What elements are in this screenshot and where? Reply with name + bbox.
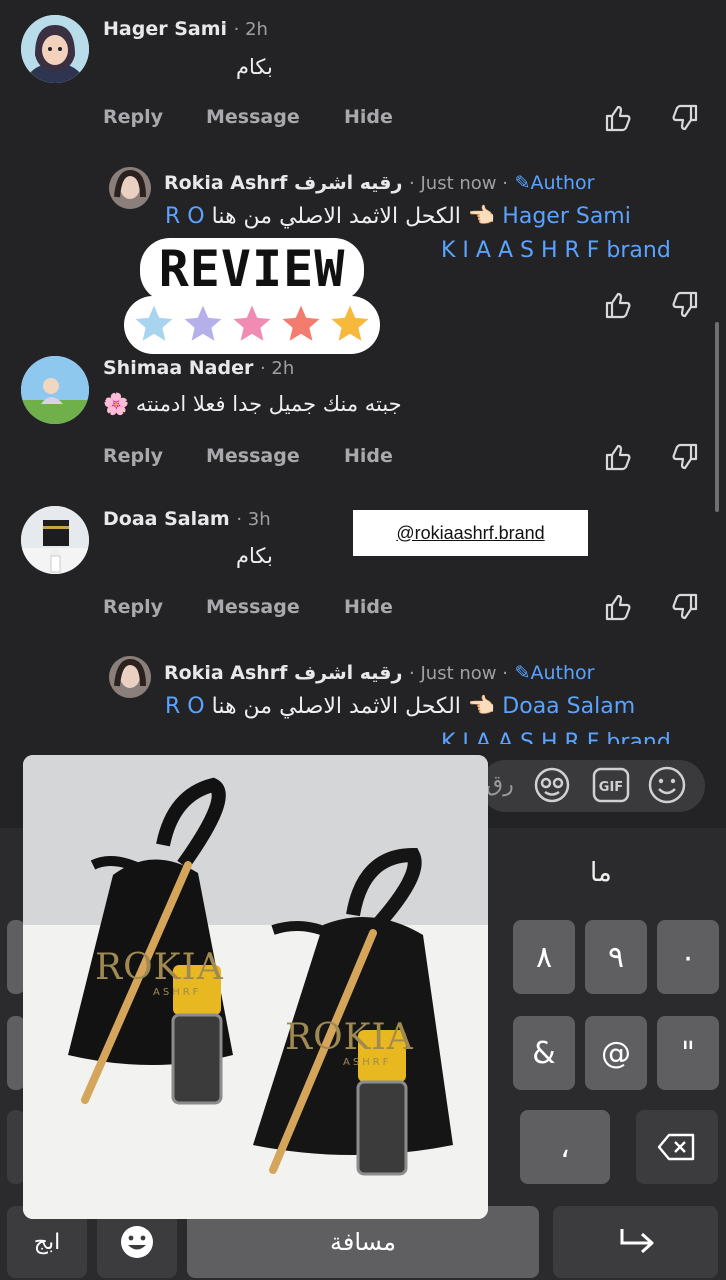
avatar[interactable]	[21, 15, 89, 83]
hide-button[interactable]: Hide	[344, 106, 393, 128]
reply-message: الكحل الاثمد الاصلي من هنا 👈🏻	[211, 204, 496, 229]
author-badge: ✎Author	[514, 662, 595, 684]
dislike-icon[interactable]	[670, 592, 700, 622]
brand-link[interactable]: R O	[165, 204, 205, 229]
avatar[interactable]	[109, 167, 151, 209]
comment-text: بكام	[236, 55, 273, 79]
reply-time: · Just now ·	[409, 173, 508, 194]
reply-message: الكحل الاثمد الاصلي من هنا 👈🏻	[211, 694, 496, 719]
bag-brand-sub: ASHRF	[153, 987, 202, 998]
reply-time: · Just now ·	[409, 663, 508, 684]
key[interactable]: ٠	[657, 920, 719, 994]
comment-author[interactable]: Doaa Salam · 3h	[103, 508, 271, 530]
message-button[interactable]: Message	[206, 106, 300, 128]
key[interactable]: "	[657, 1016, 719, 1090]
key[interactable]: ،	[520, 1110, 610, 1184]
message-button[interactable]: Message	[206, 445, 300, 467]
comment-author[interactable]: Hager Sami · 2h	[103, 18, 268, 40]
bag-brand: ROKIA	[95, 947, 224, 988]
product-photo: ROKIA ASHRF ROKIA ASHRF	[23, 755, 488, 1219]
comment-text: جبته منك جميل جدا فعلا ادمنته 🌸	[103, 392, 402, 416]
svg-text:GIF: GIF	[599, 780, 623, 795]
reply-button[interactable]: Reply	[103, 445, 163, 467]
gif-icon[interactable]: GIF	[590, 765, 632, 805]
author-badge: ✎Author	[514, 172, 595, 194]
avatar[interactable]	[21, 356, 89, 424]
review-label: REVIEW	[158, 240, 346, 298]
mention-link[interactable]: Doaa Salam	[502, 694, 635, 719]
emoji-icon[interactable]	[646, 764, 688, 806]
reply-text-line1: R O الكحل الاثمد الاصلي من هنا 👈🏻 Hager …	[165, 204, 631, 229]
hide-button[interactable]: Hide	[344, 596, 393, 618]
reply-author[interactable]: Rokia Ashrf رقيه اشرف · Just now · ✎Auth…	[164, 172, 594, 194]
dislike-icon[interactable]	[670, 442, 700, 472]
comment-author[interactable]: Shimaa Nader · 2h	[103, 357, 294, 379]
handle-tag: @rokiaashrf.brand	[353, 510, 588, 556]
comment-time: · 2h	[259, 358, 295, 379]
reply-author[interactable]: Rokia Ashrf رقيه اشرف · Just now · ✎Auth…	[164, 662, 594, 684]
dislike-icon[interactable]	[670, 103, 700, 133]
brand-link[interactable]: K I A A S H R F brand	[441, 238, 671, 263]
like-icon[interactable]	[603, 290, 633, 320]
mention-link[interactable]: Hager Sami	[502, 204, 631, 229]
reply-button[interactable]: Reply	[103, 596, 163, 618]
brand-link[interactable]: R O	[165, 694, 205, 719]
comment-text: بكام	[236, 544, 273, 568]
avatar[interactable]	[21, 506, 89, 574]
comment-input-placeholder: رق	[486, 772, 514, 797]
key[interactable]: ٩	[585, 920, 647, 994]
brand-link[interactable]: K I A A S H R F brand	[441, 730, 671, 744]
avatar-sticker-icon[interactable]	[532, 765, 572, 805]
comment-time: · 3h	[236, 509, 271, 530]
keyboard-suggestion[interactable]: ما	[590, 858, 612, 888]
backspace-icon	[657, 1133, 695, 1161]
return-icon	[620, 1229, 653, 1254]
key[interactable]: ٨	[513, 920, 575, 994]
like-icon[interactable]	[603, 442, 633, 472]
dislike-icon[interactable]	[670, 290, 700, 320]
return-key[interactable]	[553, 1206, 718, 1278]
message-button[interactable]: Message	[206, 596, 300, 618]
bag-brand-sub: ASHRF	[343, 1057, 392, 1068]
scrollbar[interactable]	[715, 322, 719, 512]
reply-text-line1: R O الكحل الاثمد الاصلي من هنا 👈🏻 Doaa S…	[165, 694, 635, 719]
like-icon[interactable]	[603, 592, 633, 622]
bag-brand: ROKIA	[285, 1017, 414, 1058]
backspace-key[interactable]	[636, 1110, 718, 1184]
hide-button[interactable]: Hide	[344, 445, 393, 467]
emoji-key-icon	[121, 1226, 153, 1258]
handle-tag-text: @rokiaashrf.brand	[396, 522, 545, 543]
review-sticker: REVIEW	[122, 234, 382, 358]
like-icon[interactable]	[603, 103, 633, 133]
key[interactable]: &	[513, 1016, 575, 1090]
reply-button[interactable]: Reply	[103, 106, 163, 128]
comment-time: · 2h	[233, 19, 268, 40]
product-photo-art	[23, 755, 488, 1219]
reply-text-line2-clip: K I A A S H R F brand	[430, 730, 700, 744]
key[interactable]: @	[585, 1016, 647, 1090]
avatar[interactable]	[109, 656, 151, 698]
